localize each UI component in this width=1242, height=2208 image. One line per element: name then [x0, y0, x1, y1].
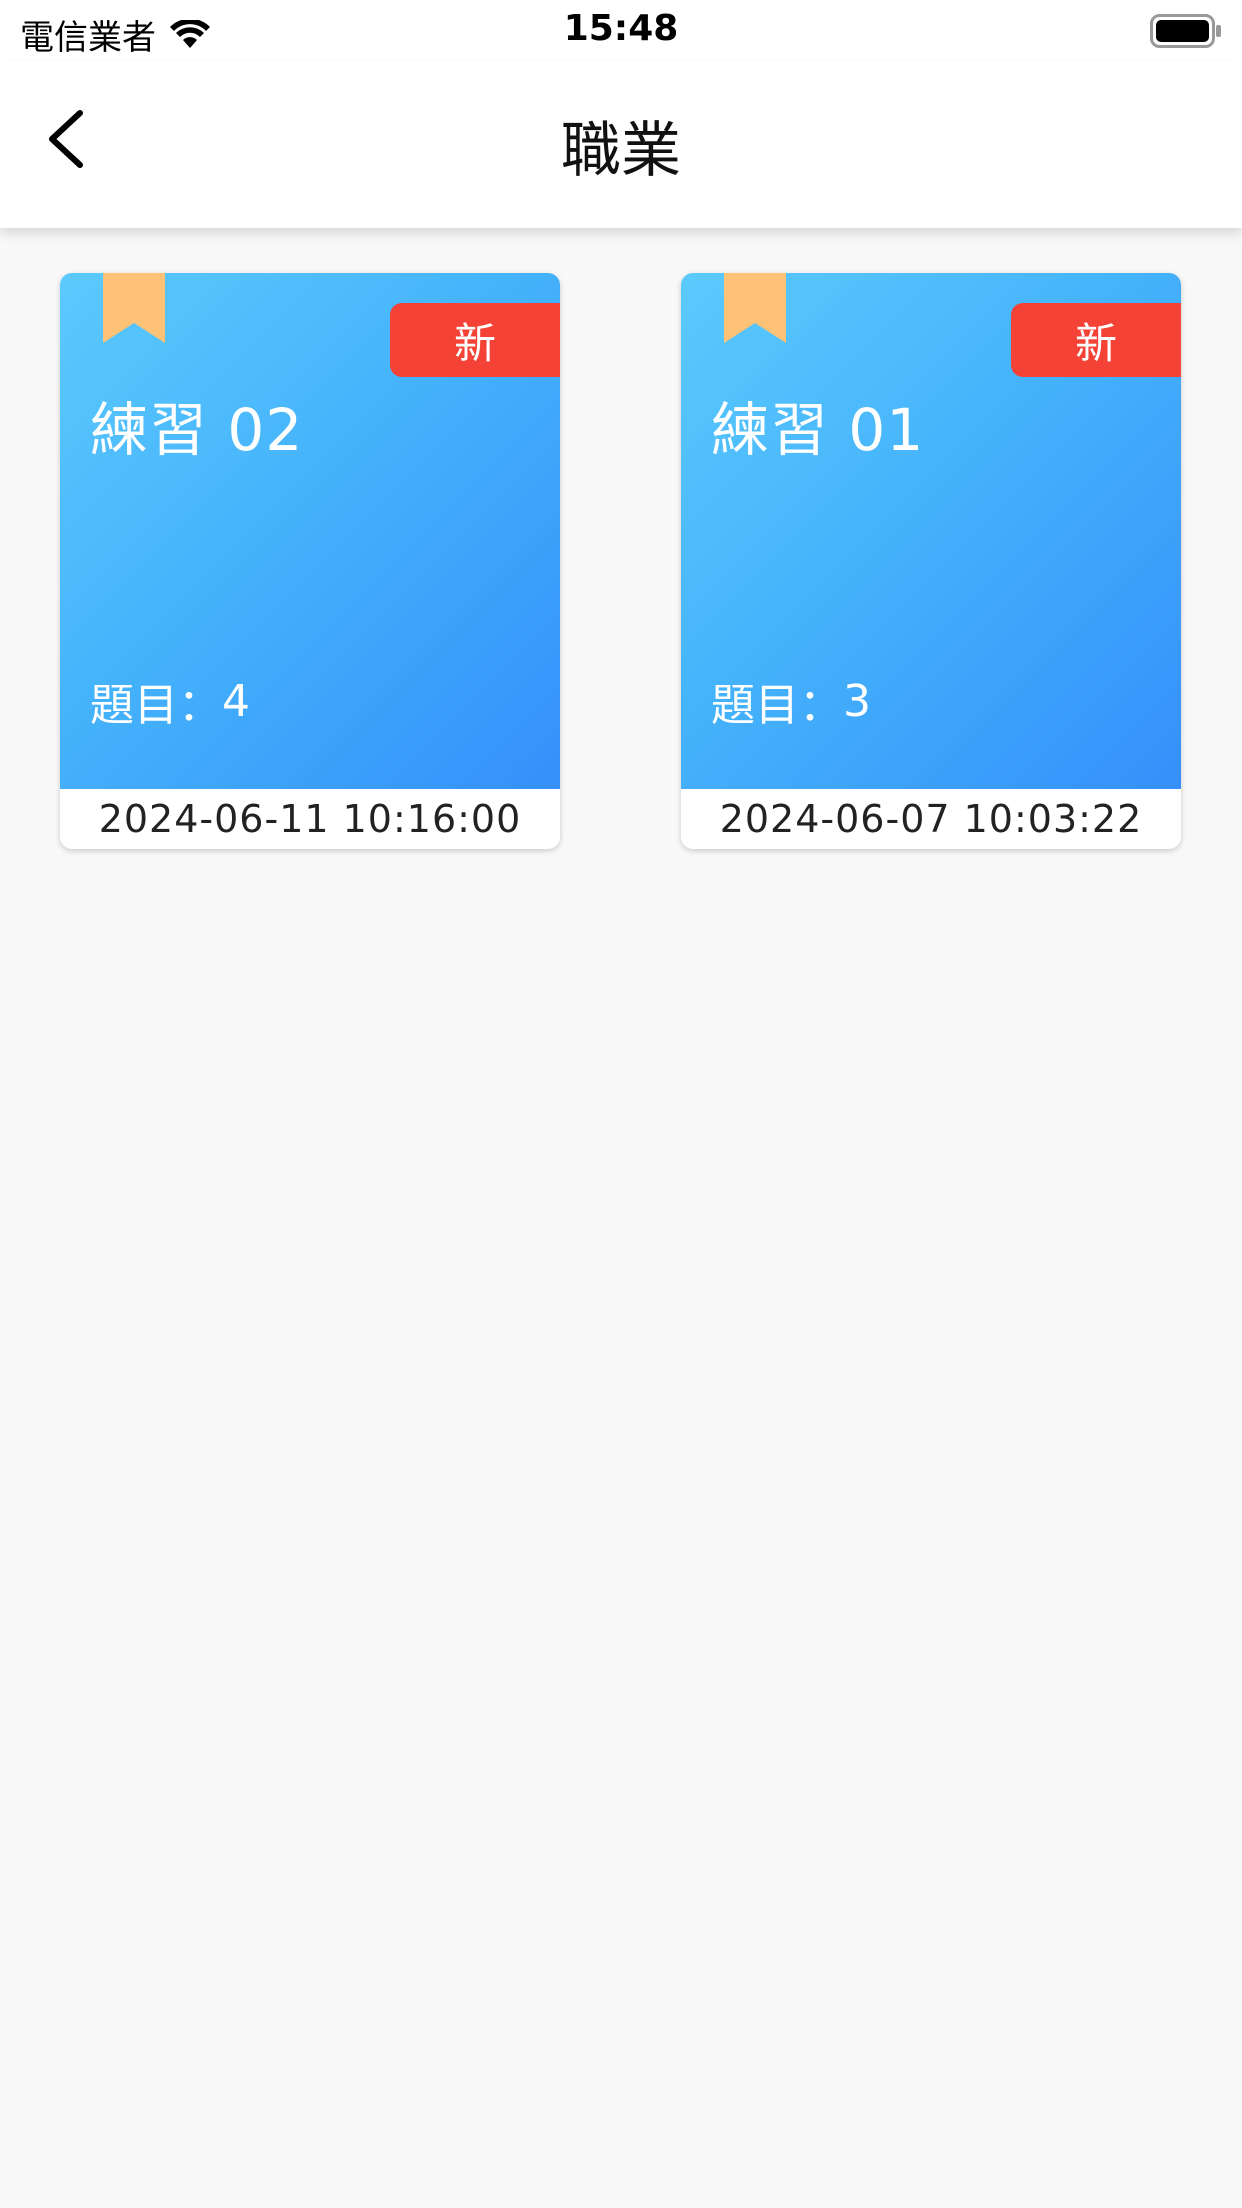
practice-card[interactable]: 新 練習 01 題目： 3 2024-06-07 10:03:22	[681, 273, 1181, 849]
card-cover: 新 練習 01 題目： 3	[681, 273, 1181, 789]
question-count-value: 3	[843, 675, 871, 727]
new-badge: 新	[1011, 303, 1181, 377]
practice-card[interactable]: 新 練習 02 題目： 4 2024-06-11 10:16:00	[60, 273, 560, 849]
question-count: 題目： 3	[711, 669, 871, 733]
battery-icon	[1150, 14, 1222, 52]
status-bar: 電信業者 15:48	[0, 0, 1242, 62]
bookmark-icon	[103, 273, 165, 343]
card-cover: 新 練習 02 題目： 4	[60, 273, 560, 789]
new-badge: 新	[390, 303, 560, 377]
card-title: 練習 01	[711, 396, 925, 464]
question-count: 題目： 4	[90, 669, 250, 733]
navigation-bar: 職業	[0, 62, 1242, 228]
question-count-label: 題目：	[90, 680, 222, 731]
question-count-label: 題目：	[711, 680, 843, 731]
page-title: 職業	[561, 116, 681, 186]
card-date: 2024-06-11 10:16:00	[98, 797, 522, 841]
question-count-value: 4	[222, 675, 250, 727]
card-date: 2024-06-07 10:03:22	[719, 797, 1143, 841]
card-title: 練習 02	[90, 396, 304, 464]
status-time: 15:48	[563, 8, 679, 49]
bookmark-icon	[724, 273, 786, 343]
